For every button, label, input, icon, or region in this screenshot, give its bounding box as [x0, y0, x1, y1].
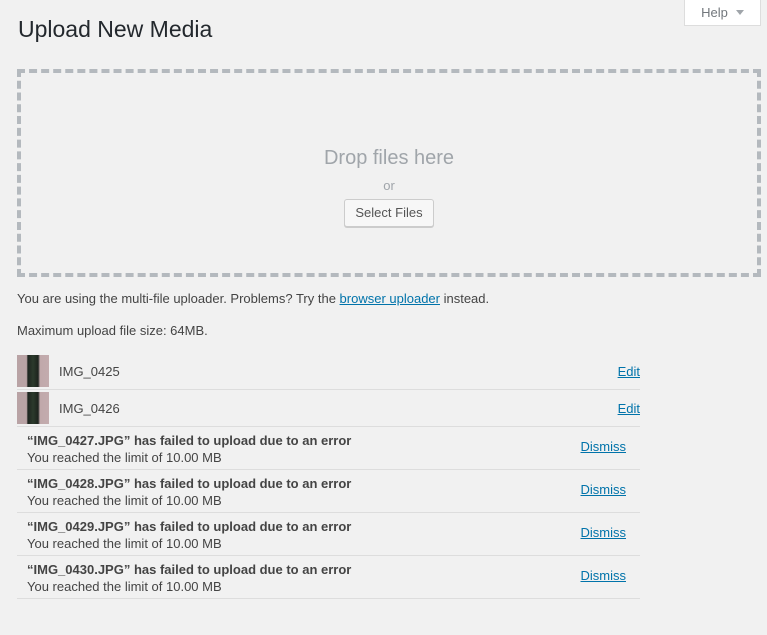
upload-error-item: “IMG_0430.JPG” has failed to upload due … [17, 556, 640, 599]
dismiss-link[interactable]: Dismiss [581, 568, 627, 583]
help-tab-button[interactable]: Help [684, 0, 761, 26]
media-items-list: IMG_0425 Edit IMG_0426 Edit “IMG_0427.JP… [17, 353, 640, 599]
error-title: “IMG_0430.JPG” has failed to upload due … [27, 562, 352, 577]
select-files-button[interactable]: Select Files [344, 199, 434, 227]
browser-uploader-link[interactable]: browser uploader [340, 291, 440, 306]
error-title: “IMG_0428.JPG” has failed to upload due … [27, 476, 352, 491]
error-message: You reached the limit of 10.00 MB [27, 493, 222, 508]
media-item: IMG_0425 Edit [17, 353, 640, 390]
upload-error-item: “IMG_0429.JPG” has failed to upload due … [17, 513, 640, 556]
drop-zone[interactable]: Drop files here or Select Files [17, 69, 761, 277]
media-filename: IMG_0425 [59, 364, 120, 379]
uploader-note-suffix: instead. [439, 291, 490, 306]
drop-or-text: or [383, 178, 395, 193]
error-message: You reached the limit of 10.00 MB [27, 579, 222, 594]
uploader-note: You are using the multi-file uploader. P… [17, 291, 489, 306]
media-thumbnail [17, 355, 49, 387]
upload-error-item: “IMG_0428.JPG” has failed to upload due … [17, 470, 640, 513]
media-filename: IMG_0426 [59, 401, 120, 416]
help-label: Help [701, 5, 728, 20]
drop-files-heading: Drop files here [323, 147, 455, 169]
max-upload-size: Maximum upload file size: 64MB. [17, 323, 208, 338]
dismiss-link[interactable]: Dismiss [581, 482, 627, 497]
dismiss-link[interactable]: Dismiss [581, 439, 627, 454]
error-message: You reached the limit of 10.00 MB [27, 536, 222, 551]
uploader-note-text: You are using the multi-file uploader. P… [17, 291, 340, 306]
media-thumbnail [17, 392, 49, 424]
media-item: IMG_0426 Edit [17, 390, 640, 427]
page-title: Upload New Media [18, 16, 213, 42]
error-message: You reached the limit of 10.00 MB [27, 450, 222, 465]
edit-link[interactable]: Edit [618, 364, 640, 379]
error-title: “IMG_0427.JPG” has failed to upload due … [27, 433, 352, 448]
edit-link[interactable]: Edit [618, 401, 640, 416]
upload-error-item: “IMG_0427.JPG” has failed to upload due … [17, 427, 640, 470]
error-title: “IMG_0429.JPG” has failed to upload due … [27, 519, 352, 534]
chevron-down-icon [735, 10, 744, 15]
dismiss-link[interactable]: Dismiss [581, 525, 627, 540]
